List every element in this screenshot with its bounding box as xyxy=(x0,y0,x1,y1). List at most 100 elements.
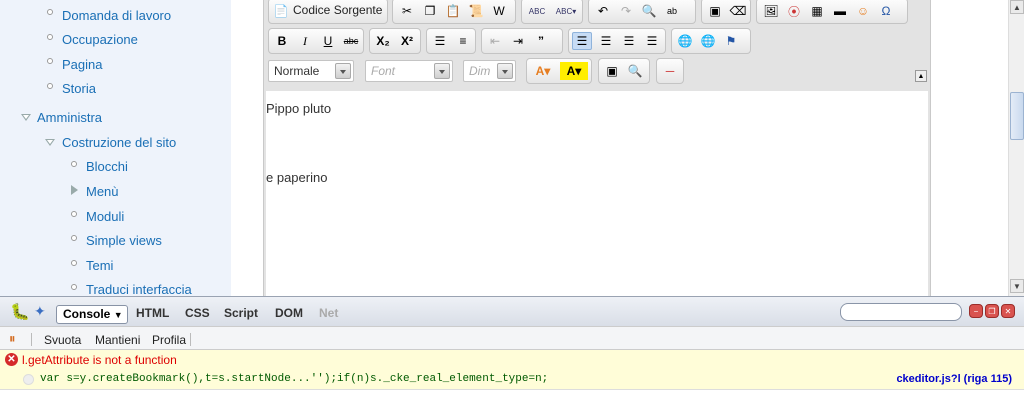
profile-button[interactable]: Profila xyxy=(152,333,186,347)
tab-html[interactable]: HTML xyxy=(136,306,169,320)
nav-item-simple-views[interactable]: Simple views xyxy=(86,233,162,248)
error-source-link[interactable]: ckeditor.js?l (riga 115) xyxy=(896,373,1012,385)
page-scrollbar[interactable]: ▲ ▼ xyxy=(1008,0,1024,296)
bullet-icon xyxy=(47,34,53,40)
align-center-icon[interactable]: ☰ xyxy=(596,32,616,50)
format-combo-value: Normale xyxy=(274,64,320,78)
firebug-icon[interactable]: 🐛 xyxy=(10,302,30,322)
select-all-icon[interactable]: ▣ xyxy=(705,2,725,20)
inspect-icon[interactable]: ✦ xyxy=(34,303,46,320)
special-char-icon[interactable]: Ω xyxy=(876,2,896,20)
nav-item-pagina[interactable]: Pagina xyxy=(62,57,102,72)
image-icon[interactable]: 🖼 xyxy=(761,2,781,20)
justify-icon[interactable]: ☰ xyxy=(642,32,662,50)
breakpoint-icon[interactable] xyxy=(23,374,34,385)
italic-icon[interactable]: I xyxy=(295,32,315,50)
nav-item-menu[interactable]: Menù xyxy=(86,184,119,199)
nav-item-moduli[interactable]: Moduli xyxy=(86,209,124,224)
superscript-icon[interactable]: X² xyxy=(397,32,417,50)
scroll-up-icon[interactable]: ▲ xyxy=(1010,0,1024,14)
bullet-icon xyxy=(71,211,77,217)
align-right-icon[interactable]: ☰ xyxy=(619,32,639,50)
font-combo[interactable]: Font xyxy=(365,60,453,82)
size-combo-value: Dim xyxy=(469,64,491,78)
nav-item-costruzione-del-sito[interactable]: Costruzione del sito xyxy=(62,135,176,150)
collapse-toolbar-icon[interactable]: ▲ xyxy=(915,70,927,82)
nav-item-blocchi[interactable]: Blocchi xyxy=(86,159,128,174)
cut-icon[interactable]: ✂ xyxy=(397,2,417,20)
subscript-icon[interactable]: X₂ xyxy=(373,32,393,50)
close-icon[interactable]: ✕ xyxy=(1001,304,1015,318)
undo-icon[interactable]: ↶ xyxy=(593,2,613,20)
tab-script[interactable]: Script xyxy=(224,306,258,320)
nav-item-traduci-interfaccia[interactable]: Traduci interfaccia xyxy=(86,282,192,296)
nav-item-amministra[interactable]: Amministra xyxy=(37,110,102,125)
nav-item-storia[interactable]: Storia xyxy=(62,81,96,96)
tab-console[interactable]: Console ▼ xyxy=(56,305,128,324)
scroll-thumb[interactable] xyxy=(1010,92,1024,140)
paste-word-icon[interactable]: W xyxy=(489,2,509,20)
editor-content[interactable]: Pippo pluto e paperino xyxy=(266,91,928,296)
collapsed-arrow-icon[interactable] xyxy=(71,185,78,195)
replace-icon[interactable]: ab xyxy=(662,2,682,20)
indent-icon[interactable]: ⇥ xyxy=(508,32,528,50)
persist-button[interactable]: Mantieni xyxy=(95,333,140,347)
spellcheck-icon[interactable]: ABC xyxy=(526,2,548,20)
page-break-icon[interactable]: ─ xyxy=(660,62,680,80)
strikethrough-icon[interactable]: abc xyxy=(341,32,361,50)
tab-css[interactable]: CSS xyxy=(185,306,210,320)
smiley-icon[interactable]: ☺ xyxy=(853,2,873,20)
chevron-down-icon[interactable] xyxy=(434,63,450,79)
expanded-arrow-icon[interactable] xyxy=(45,139,55,146)
text-color-icon[interactable]: A▾ xyxy=(530,62,556,80)
toolbar-group-indent: ⇤ ⇥ ” xyxy=(481,28,563,54)
detach-icon[interactable]: ❐ xyxy=(985,304,999,318)
nav-item-occupazione[interactable]: Occupazione xyxy=(62,32,138,47)
numbered-list-icon[interactable]: ☰ xyxy=(430,32,450,50)
tab-dom[interactable]: DOM xyxy=(275,306,303,320)
find-icon[interactable]: 🔍 xyxy=(639,2,659,20)
bold-icon[interactable]: B xyxy=(272,32,292,50)
horizontal-rule-icon[interactable]: ▬ xyxy=(830,2,850,20)
chevron-down-icon[interactable] xyxy=(335,63,351,79)
size-combo[interactable]: Dim xyxy=(463,60,516,82)
expanded-arrow-icon[interactable] xyxy=(21,114,31,121)
format-combo[interactable]: Normale xyxy=(268,60,354,82)
source-icon[interactable]: 📄 xyxy=(272,2,290,20)
chevron-down-icon[interactable] xyxy=(497,63,513,79)
link-icon[interactable]: 🌐 xyxy=(675,32,695,50)
remove-format-icon[interactable]: ⌫ xyxy=(728,2,748,20)
paste-text-icon[interactable]: 📜 xyxy=(466,2,486,20)
scroll-down-icon[interactable]: ▼ xyxy=(1010,279,1024,293)
firebug-search-input[interactable] xyxy=(840,303,962,321)
align-left-icon[interactable]: ☰ xyxy=(572,32,592,50)
maximize-icon[interactable]: ▣ xyxy=(602,62,622,80)
error-row[interactable]: ✕ l.getAttribute is not a function xyxy=(0,350,1024,370)
error-message[interactable]: l.getAttribute is not a function xyxy=(22,353,177,367)
toolbar-group-select: ▣ ⌫ xyxy=(701,0,751,24)
show-blocks-icon[interactable]: 🔍 xyxy=(625,62,645,80)
bulleted-list-icon[interactable]: ≡ xyxy=(453,32,473,50)
outdent-icon[interactable]: ⇤ xyxy=(485,32,505,50)
nav-item-temi[interactable]: Temi xyxy=(86,258,113,273)
spellcheck-menu-icon[interactable]: ABC▾ xyxy=(552,2,580,20)
clear-button[interactable]: Svuota xyxy=(44,333,81,347)
break-on-error-icon[interactable]: ⏸ xyxy=(9,331,16,347)
content-line: e paperino xyxy=(266,170,328,185)
bg-color-icon[interactable]: A▾ xyxy=(560,62,588,80)
flash-icon[interactable]: ⦿ xyxy=(784,2,804,20)
console-toolbar: ⏸ Svuota Mantieni Profila xyxy=(0,326,1024,350)
minimize-icon[interactable]: − xyxy=(969,304,983,318)
nav-item-domanda-di-lavoro[interactable]: Domanda di lavoro xyxy=(62,8,171,23)
anchor-icon[interactable]: ⚑ xyxy=(721,32,741,50)
source-button[interactable]: Codice Sorgente xyxy=(293,3,382,17)
toolbar-group-basic-style: B I U abc xyxy=(268,28,364,54)
unlink-icon[interactable]: 🌐 xyxy=(698,32,718,50)
copy-icon[interactable]: ❐ xyxy=(420,2,440,20)
underline-icon[interactable]: U xyxy=(318,32,338,50)
tab-net[interactable]: Net xyxy=(319,306,338,320)
paste-icon[interactable]: 📋 xyxy=(443,2,463,20)
blockquote-icon[interactable]: ” xyxy=(531,32,551,50)
redo-icon[interactable]: ↷ xyxy=(616,2,636,20)
table-icon[interactable]: ▦ xyxy=(807,2,827,20)
